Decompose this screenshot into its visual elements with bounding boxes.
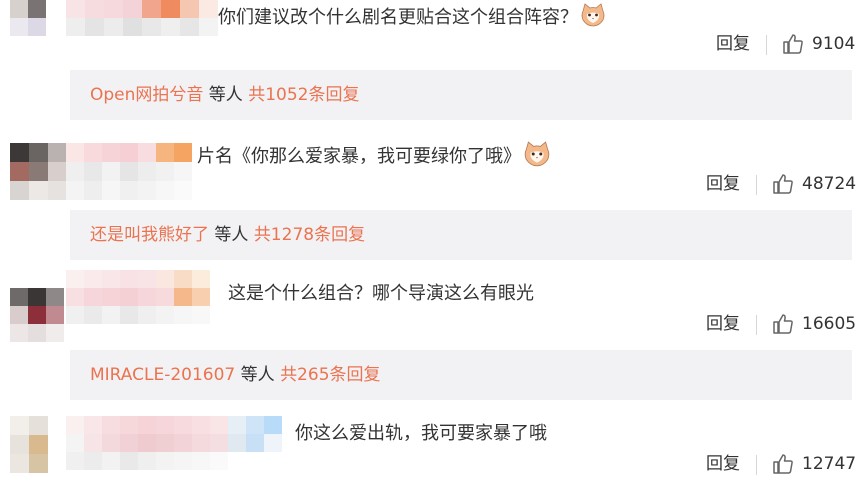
divider — [766, 35, 767, 55]
divider — [756, 455, 757, 475]
reply-button[interactable]: 回复 — [716, 33, 750, 55]
avatar-blurred — [10, 0, 46, 36]
cat-face-icon — [580, 2, 606, 34]
thumbs-up-icon[interactable] — [772, 313, 794, 335]
cat-face-icon — [523, 140, 551, 174]
comment-text: 这是个什么组合？哪个导演这么有眼光 — [228, 283, 534, 304]
reply-middle-text: 等人 — [209, 225, 254, 245]
like-count: 16605 — [802, 314, 857, 334]
reply-button[interactable]: 回复 — [706, 313, 740, 335]
username-blurred — [66, 143, 192, 200]
comment-text: 你们建议改个什么剧名更贴合这个组合阵容？ — [218, 2, 606, 34]
username-blurred — [66, 416, 282, 470]
avatar-blurred — [10, 416, 48, 473]
reply-user-link[interactable]: 还是叫我熊好了 — [90, 225, 209, 245]
comment-text: 你这么爱出轨，我可要家暴了哦 — [295, 423, 547, 444]
reply-summary-bar[interactable]: MIRACLE-201607 等人 共265条回复 — [70, 350, 852, 400]
reply-total-link[interactable]: 共1052条回复 — [248, 85, 359, 105]
avatar-blurred — [10, 288, 64, 342]
reply-total-link[interactable]: 共1278条回复 — [254, 225, 365, 245]
reply-total-link[interactable]: 共265条回复 — [280, 365, 380, 385]
reply-user-link[interactable]: MIRACLE-201607 — [90, 365, 235, 385]
reply-button[interactable]: 回复 — [706, 453, 740, 475]
reply-button[interactable]: 回复 — [706, 173, 740, 195]
like-count: 12747 — [802, 454, 857, 474]
like-count: 48724 — [802, 174, 857, 194]
reply-middle-text: 等人 — [203, 85, 249, 105]
reply-summary-bar[interactable]: Open网拍兮音 等人 共1052条回复 — [70, 70, 852, 120]
like-count: 9104 — [812, 34, 856, 54]
username-blurred — [66, 0, 218, 36]
thumbs-up-icon[interactable] — [782, 33, 804, 55]
avatar-blurred — [10, 143, 67, 200]
reply-user-link[interactable]: Open网拍兮音 — [90, 85, 203, 105]
username-blurred — [66, 270, 210, 324]
reply-summary-bar[interactable]: 还是叫我熊好了 等人 共1278条回复 — [70, 210, 852, 260]
thumbs-up-icon[interactable] — [772, 453, 794, 475]
divider — [756, 175, 757, 195]
divider — [756, 315, 757, 335]
reply-middle-text: 等人 — [235, 365, 281, 385]
thumbs-up-icon[interactable] — [772, 173, 794, 195]
comment-text: 片名《你那么爱家暴，我可要绿你了哦》 — [197, 140, 551, 174]
